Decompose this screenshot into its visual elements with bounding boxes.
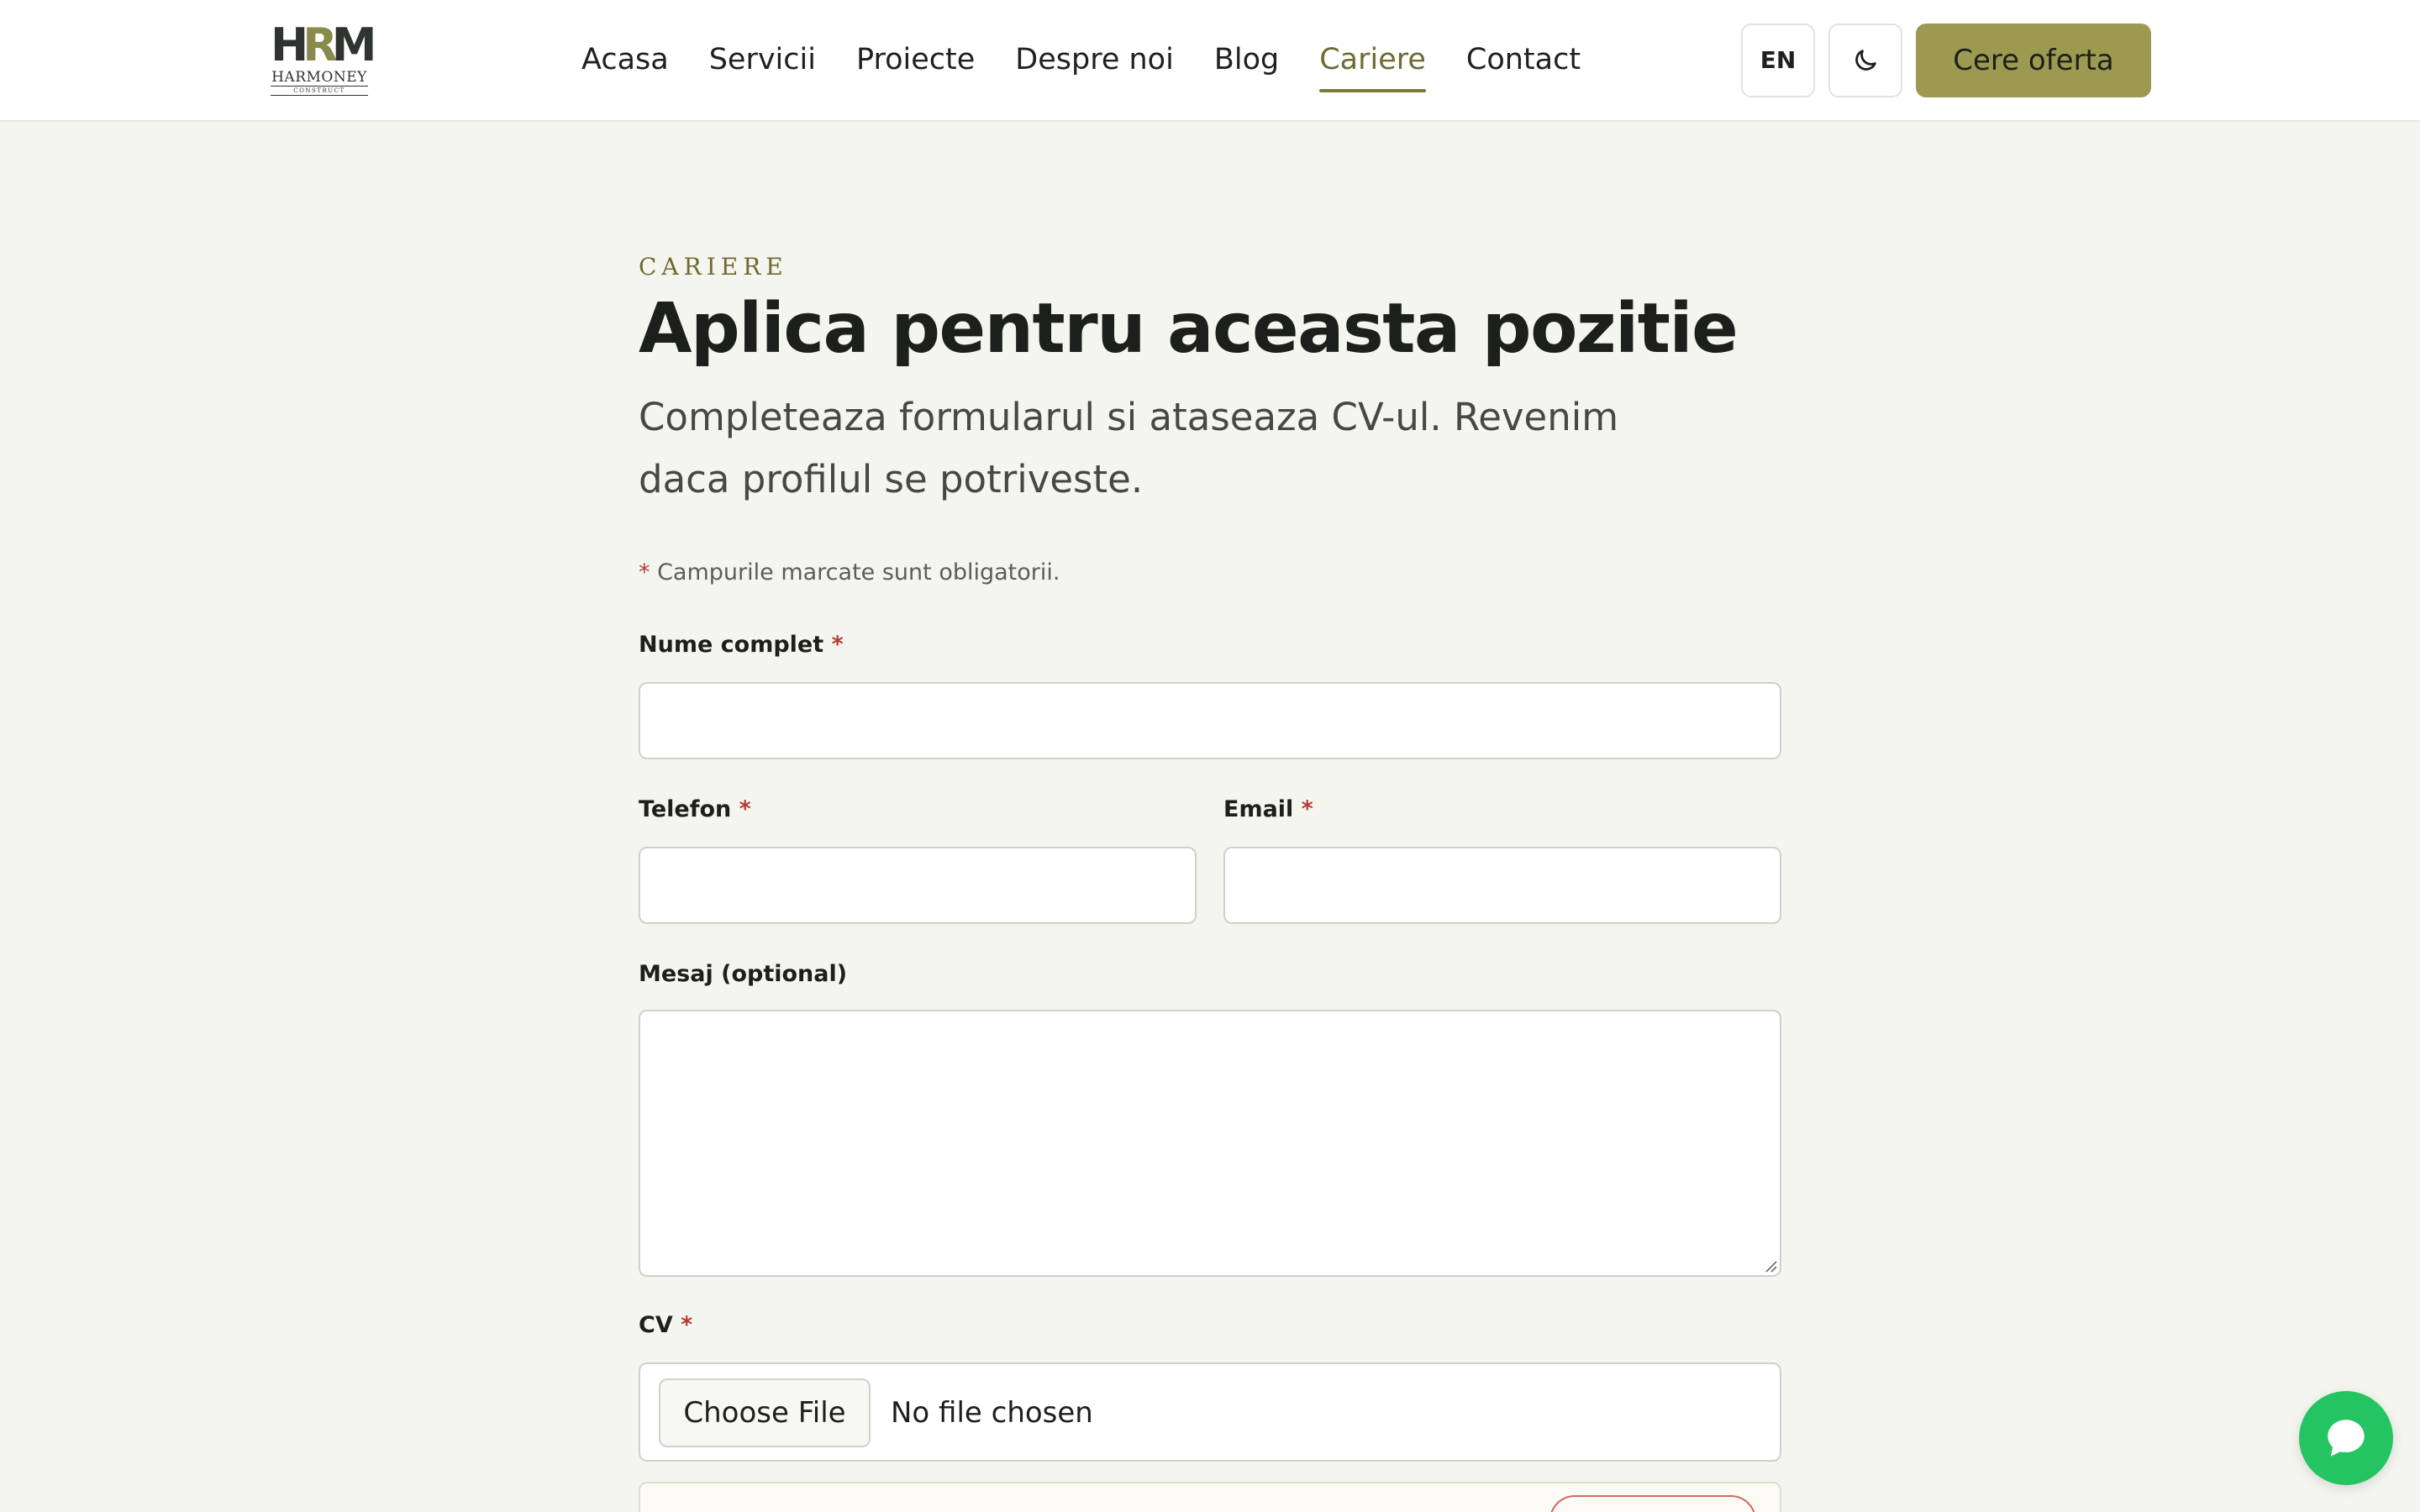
cv-file-input[interactable]: Choose File No file chosen — [639, 1362, 1781, 1462]
name-label: Nume complet * — [639, 632, 844, 658]
resize-grip-icon[interactable] — [1763, 1258, 1778, 1273]
nav-item-cariere[interactable]: Cariere — [1319, 39, 1426, 92]
file-status: No file chosen — [891, 1396, 1093, 1430]
message-textarea[interactable] — [639, 1010, 1781, 1277]
request-quote-button[interactable]: Cere oferta — [1916, 24, 2151, 97]
required-fields-note: * Campurile marcate sunt obligatorii. — [639, 556, 1060, 590]
nav-item-despre-noi[interactable]: Despre noi — [1015, 39, 1174, 81]
chat-button[interactable] — [2299, 1391, 2393, 1485]
nav-item-acasa[interactable]: Acasa — [581, 39, 669, 81]
main-nav: Acasa Servicii Proiecte Despre noi Blog … — [581, 39, 1581, 92]
panel-pill — [1549, 1495, 1756, 1512]
logo-name: HARMONEY — [271, 69, 368, 87]
phone-input[interactable] — [639, 847, 1197, 924]
nav-item-servicii[interactable]: Servicii — [709, 39, 816, 81]
section-eyebrow: CARIERE — [639, 253, 788, 281]
cv-label: CV * — [639, 1312, 693, 1338]
page-title: Aplica pentru aceasta pozitie — [639, 289, 1739, 369]
required-note-text: Campurile marcate sunt obligatorii. — [650, 559, 1060, 585]
language-toggle-button[interactable]: EN — [1741, 24, 1815, 97]
email-input[interactable] — [1223, 847, 1781, 924]
site-header: HRM HARMONEY CONSTRUCT Acasa Servicii Pr… — [0, 0, 2420, 122]
nav-item-proiecte[interactable]: Proiecte — [856, 39, 975, 81]
nav-item-contact[interactable]: Contact — [1466, 39, 1581, 81]
logo[interactable]: HRM HARMONEY CONSTRUCT — [271, 18, 377, 99]
message-label: Mesaj (optional) — [639, 961, 848, 987]
page-lead: Completeaza formularul si ataseaza CV-ul… — [639, 395, 1619, 501]
chat-bubble-icon — [2328, 1420, 2365, 1457]
phone-label: Telefon * — [639, 796, 751, 822]
nav-item-blog[interactable]: Blog — [1214, 39, 1279, 81]
consent-panel — [639, 1482, 1781, 1512]
moon-icon — [1855, 50, 1876, 71]
logo-subtitle: CONSTRUCT — [271, 87, 368, 96]
choose-file-button[interactable]: Choose File — [659, 1378, 871, 1447]
required-marker: * — [639, 559, 650, 585]
email-label: Email * — [1223, 796, 1313, 822]
logo-mark: HRM — [271, 18, 377, 71]
theme-toggle-button[interactable] — [1828, 24, 1902, 97]
full-name-input[interactable] — [639, 682, 1781, 759]
